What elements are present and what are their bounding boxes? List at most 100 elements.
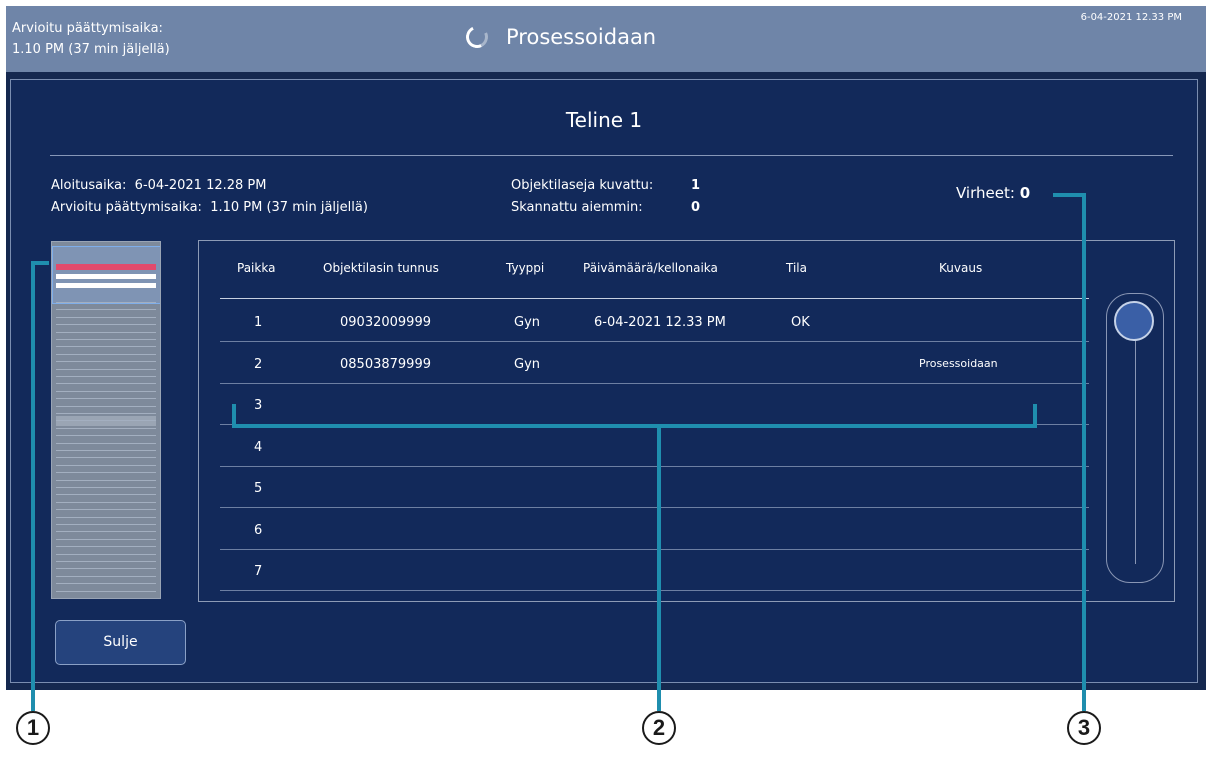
- eta-top-label: Arvioitu päättymisaika:: [12, 21, 163, 36]
- imaged-value: 1: [691, 178, 701, 193]
- callout-number-3: 3: [1067, 711, 1101, 745]
- rack-slot-line: [56, 464, 156, 466]
- col-header-description: Kuvaus: [939, 261, 983, 275]
- rack-slot-line: [56, 302, 156, 303]
- cell-position: 3: [254, 398, 263, 413]
- rack-slot-line: [56, 450, 156, 451]
- errors-label: Virheet:: [956, 184, 1015, 202]
- rack-slot-line: [56, 353, 156, 355]
- rack-slot-line: [56, 383, 156, 385]
- cell-position: 4: [254, 439, 263, 455]
- app-screen: Arvioitu päättymisaika: 1.10 PM (37 min …: [6, 6, 1206, 690]
- cell-status: OK: [791, 315, 810, 330]
- col-header-type: Tyyppi: [506, 261, 545, 275]
- cell-slide-id: 09032009999: [340, 315, 431, 330]
- rack-slot-line: [56, 398, 156, 400]
- cell-slide-id: 08503879999: [340, 356, 431, 372]
- vertical-scrollbar[interactable]: [1106, 293, 1164, 583]
- current-datetime: 6-04-2021 12.33 PM: [1080, 12, 1182, 23]
- rack-slot-line: [56, 487, 156, 488]
- rack-slot-line: [56, 361, 156, 363]
- scroll-thumb[interactable]: [1114, 301, 1154, 341]
- rack-panel: Teline 1 Aloitusaika: 6-04-2021 12.28 PM…: [10, 79, 1198, 683]
- slide-table: Paikka Objektilasin tunnus Tyyppi Päiväm…: [198, 240, 1175, 602]
- close-button[interactable]: Sulje: [55, 620, 186, 665]
- rack-slot-line: [56, 376, 156, 377]
- rack-slot-line: [56, 442, 156, 444]
- row-divider: [220, 341, 1089, 342]
- rack-slot-line: [56, 472, 156, 474]
- rack-slot-line: [56, 524, 156, 525]
- start-label: Aloitusaika:: [51, 178, 127, 193]
- row-divider: [220, 548, 1089, 550]
- col-header-slide-id: Objektilasin tunnus: [323, 261, 439, 275]
- rack-slot-line: [56, 331, 156, 333]
- callout-line-3: [1082, 193, 1086, 711]
- callout-line-2-stem: [657, 424, 661, 711]
- rack-slot-line: [56, 390, 156, 392]
- errors-value: 0: [1019, 184, 1031, 202]
- callout-line-3-tick: [1053, 193, 1085, 197]
- rack-slot-line: [56, 316, 156, 318]
- status-title-group: Prosessoidaan: [462, 22, 657, 52]
- rack-slot-line: [56, 494, 156, 496]
- rack-slot-line: [56, 538, 156, 540]
- header-divider: [220, 298, 1089, 299]
- rack-slot-filled: [56, 274, 156, 279]
- cell-datetime: 6-04-2021 12.33 PM: [594, 315, 726, 330]
- cell-description: Prosessoidaan: [919, 356, 998, 370]
- rack-slot-error: [56, 264, 156, 270]
- rack-slot-line: [56, 509, 156, 511]
- eta-top-value: 1.10 PM (37 min jäljellä): [12, 42, 170, 57]
- rack-slot-line: [56, 553, 156, 555]
- rack-slot-line: [56, 420, 156, 422]
- rack-overview[interactable]: [51, 241, 161, 599]
- cell-position: 7: [254, 564, 263, 579]
- cell-type: Gyn: [514, 315, 541, 330]
- row-divider: [220, 507, 1089, 508]
- row-divider: [220, 382, 1089, 384]
- rack-slot-line: [56, 546, 156, 548]
- rack-slot-line: [56, 501, 156, 503]
- callout-line-2-right: [1033, 404, 1037, 428]
- rack-slot-line: [56, 405, 156, 407]
- callout-line-2: [232, 424, 1037, 428]
- rack-slot-line: [56, 339, 156, 340]
- rack-slot-line: [56, 568, 156, 570]
- cell-position: 2: [254, 356, 263, 372]
- rack-slot-line: [56, 516, 156, 518]
- eta-label: Arvioitu päättymisaika:: [51, 200, 202, 215]
- rack-slot-line: [56, 413, 156, 414]
- rack-slot-line: [56, 427, 156, 429]
- spinner-icon: [462, 22, 492, 52]
- cell-position: 5: [254, 481, 263, 496]
- imaged-label: Objektilaseja kuvattu:: [511, 178, 654, 193]
- status-title: Prosessoidaan: [506, 25, 657, 49]
- eta-value: 1.10 PM (37 min jäljellä): [210, 200, 368, 215]
- scroll-rail: [1135, 334, 1136, 564]
- rack-slot-filled: [56, 283, 156, 288]
- col-header-datetime: Päivämäärä/kellonaika: [583, 261, 718, 275]
- cell-type: Gyn: [514, 356, 541, 372]
- slide-counts: Objektilaseja kuvattu: 1 Skannattu aiemmi…: [511, 175, 700, 219]
- rack-slot-line: [56, 561, 156, 562]
- rack-slot-line: [56, 583, 156, 585]
- scanned-label: Skannattu aiemmin:: [511, 200, 643, 215]
- divider: [50, 155, 1173, 156]
- top-status-bar: Arvioitu päättymisaika: 1.10 PM (37 min …: [6, 6, 1206, 72]
- callout-line-2-left: [232, 404, 236, 428]
- scanned-value: 0: [691, 200, 701, 215]
- col-header-status: Tila: [786, 261, 807, 275]
- callout-line-1: [31, 261, 35, 711]
- rack-slot-line: [56, 531, 156, 533]
- start-eta-info: Aloitusaika: 6-04-2021 12.28 PM Arvioitu…: [51, 175, 368, 219]
- rack-slot-line: [56, 435, 156, 437]
- rack-slot-line: [56, 346, 156, 348]
- rack-slot-line: [56, 309, 156, 311]
- start-value: 6-04-2021 12.28 PM: [134, 178, 267, 193]
- callout-line-1-tick: [31, 261, 49, 265]
- callout-number-2: 2: [642, 711, 676, 745]
- row-divider: [220, 465, 1089, 467]
- rack-slot-line: [56, 324, 156, 326]
- rack-slot-line: [56, 368, 156, 370]
